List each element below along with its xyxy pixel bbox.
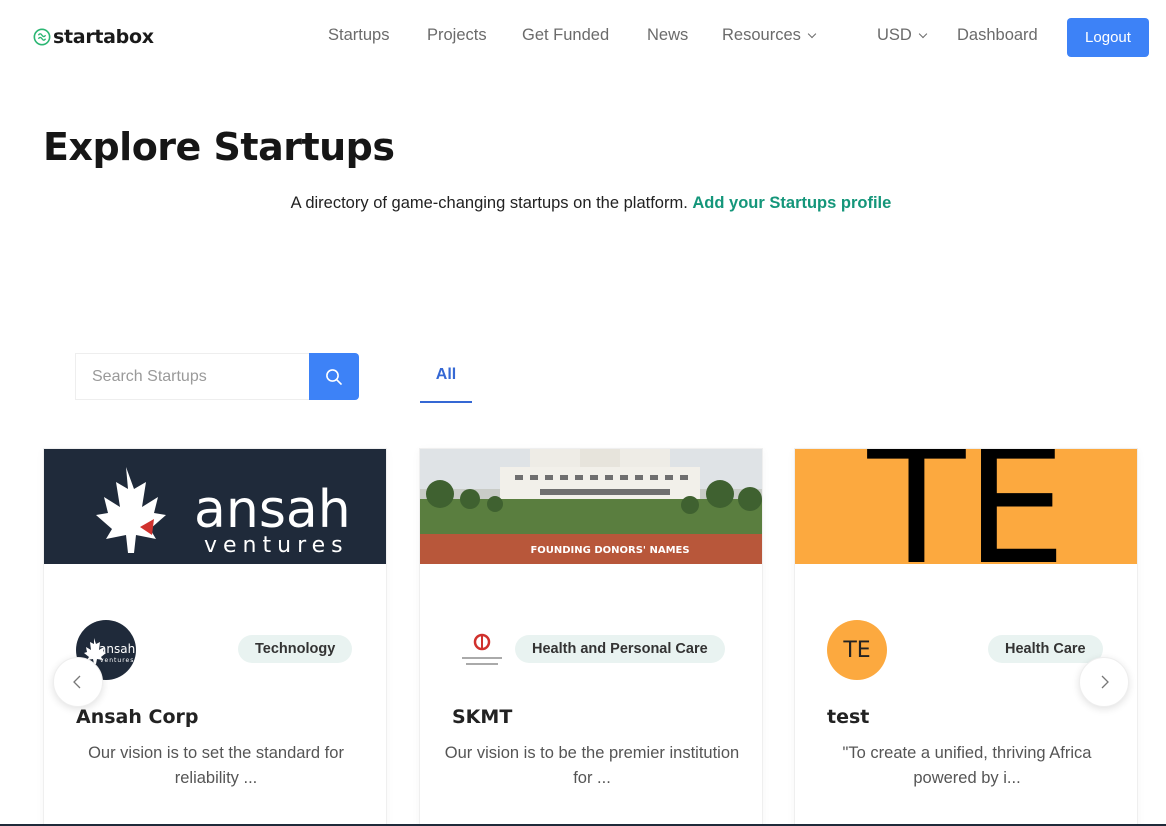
- startup-card[interactable]: TE TE Health Care test "To create a unif…: [794, 448, 1138, 826]
- startup-card[interactable]: FOUNDING DONORS' NAMES Health and Person…: [419, 448, 763, 826]
- startup-card[interactable]: ansah ventures ansah ventures Technology…: [43, 448, 387, 826]
- svg-text:TE: TE: [867, 449, 1067, 564]
- brand-logo[interactable]: startabox: [33, 26, 154, 48]
- startup-logo: [452, 620, 512, 680]
- te-banner-graphic: TE: [867, 449, 1067, 564]
- search-input[interactable]: [75, 353, 309, 400]
- search-bar: [75, 353, 359, 400]
- chevron-down-icon: [807, 29, 817, 39]
- svg-text:FOUNDING DONORS' NAMES: FOUNDING DONORS' NAMES: [530, 545, 689, 556]
- startup-description: "To create a unified, thriving Africa po…: [842, 744, 1092, 787]
- startup-name: test: [827, 706, 870, 728]
- category-tag: Technology: [238, 635, 353, 663]
- svg-text:ventures: ventures: [100, 657, 134, 664]
- startup-name: Ansah Corp: [76, 706, 199, 728]
- logout-button[interactable]: Logout: [1067, 18, 1149, 57]
- startup-logo: TE: [827, 620, 887, 680]
- startup-name: SKMT: [452, 706, 513, 728]
- nav-get-funded[interactable]: Get Funded: [522, 26, 609, 45]
- startup-logo-initials: TE: [843, 637, 871, 663]
- currency-label: USD: [877, 26, 912, 44]
- category-tag: Health and Personal Care: [515, 635, 725, 663]
- nav-projects[interactable]: Projects: [427, 26, 487, 45]
- card-banner-image: TE: [795, 449, 1137, 564]
- chevron-down-icon: [918, 29, 928, 39]
- carousel-prev-button[interactable]: [53, 657, 103, 707]
- nav-resources[interactable]: Resources: [722, 26, 817, 45]
- chevron-left-icon: [73, 675, 81, 689]
- nav-resources-label: Resources: [722, 26, 801, 44]
- nav-startups[interactable]: Startups: [328, 26, 389, 45]
- category-tag: Health Care: [988, 635, 1103, 663]
- card-banner-image: ansah ventures: [44, 449, 386, 564]
- nav-news[interactable]: News: [647, 26, 688, 45]
- tab-all[interactable]: All: [420, 355, 472, 403]
- ansah-banner-graphic: ansah ventures: [96, 467, 351, 558]
- svg-text:ansah: ansah: [99, 642, 135, 656]
- nav-dashboard[interactable]: Dashboard: [957, 26, 1038, 45]
- svg-text:ansah: ansah: [194, 480, 351, 540]
- search-button[interactable]: [309, 353, 359, 400]
- svg-text:ventures: ventures: [204, 533, 349, 558]
- currency-select[interactable]: USD: [877, 26, 928, 45]
- brain-logo-icon: [33, 28, 51, 46]
- chevron-right-icon: [1101, 675, 1109, 689]
- startup-description: Our vision is to be the premier institut…: [444, 744, 740, 787]
- page-subtitle: A directory of game-changing startups on…: [0, 194, 1166, 213]
- skmt-banner-graphic: FOUNDING DONORS' NAMES: [420, 449, 762, 564]
- page-title: Explore Startups: [43, 125, 395, 169]
- add-startup-profile-link[interactable]: Add your Startups profile: [692, 194, 891, 212]
- carousel-next-button[interactable]: [1079, 657, 1129, 707]
- startup-description: Our vision is to set the standard for re…: [88, 744, 344, 787]
- brand-name: startabox: [53, 26, 154, 48]
- subtitle-text: A directory of game-changing startups on…: [290, 194, 688, 212]
- search-icon: [326, 368, 342, 385]
- site-header: startabox Startups Projects Get Funded N…: [0, 0, 1166, 75]
- card-banner-image: FOUNDING DONORS' NAMES: [420, 449, 762, 564]
